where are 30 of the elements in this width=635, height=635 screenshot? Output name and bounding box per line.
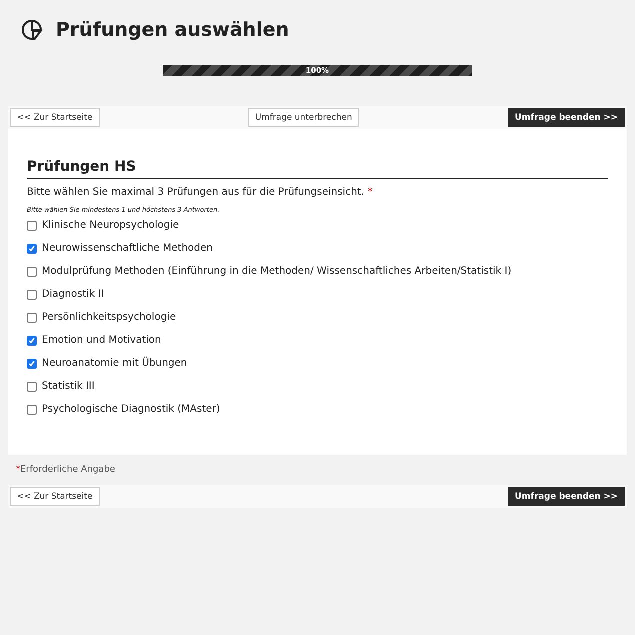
page-title: Prüfungen auswählen <box>56 19 290 41</box>
pause-button[interactable]: Umfrage unterbrechen <box>248 108 360 127</box>
required-mark: * <box>368 187 373 198</box>
checkbox[interactable] <box>27 336 37 346</box>
option-label[interactable]: Emotion und Motivation <box>42 335 162 346</box>
question-heading: Prüfungen HS <box>27 159 608 179</box>
home-button[interactable]: << Zur Startseite <box>10 108 100 127</box>
checkbox[interactable] <box>27 358 37 368</box>
option-label[interactable]: Modulprüfung Methoden (Einführung in die Methoden/ Wissenschaftliches Arbeiten/Statistik I) <box>42 266 512 277</box>
checkbox[interactable] <box>27 244 37 254</box>
home-button[interactable]: << Zur Startseite <box>10 487 100 506</box>
question-text: Bitte wählen Sie maximal 3 Prüfungen aus für die Prüfungseinsicht. <box>27 187 365 198</box>
finish-button[interactable]: Umfrage beenden >> <box>508 108 625 127</box>
required-mark: * <box>16 465 20 475</box>
checkbox[interactable] <box>27 404 37 414</box>
checkbox[interactable] <box>27 220 37 230</box>
option-label[interactable]: Neuroanatomie mit Übungen <box>42 358 188 369</box>
checkbox[interactable] <box>27 382 37 392</box>
checkbox[interactable] <box>27 266 37 276</box>
chart-pie-icon <box>20 18 44 42</box>
option-label[interactable]: Diagnostik II <box>42 289 104 300</box>
option-label[interactable]: Persönlichkeitspsychologie <box>42 312 176 323</box>
option-label[interactable]: Klinische Neuropsychologie <box>42 220 180 231</box>
option-label[interactable]: Neurowissenschaftliche Methoden <box>42 243 214 254</box>
finish-button[interactable]: Umfrage beenden >> <box>508 487 625 506</box>
checkbox[interactable] <box>27 290 37 300</box>
option-label[interactable]: Statistik III <box>42 381 95 392</box>
required-note: Erforderliche Angabe <box>20 465 116 475</box>
checkbox[interactable] <box>27 312 37 322</box>
option-label[interactable]: Psychologische Diagnostik (MAster) <box>42 404 220 415</box>
